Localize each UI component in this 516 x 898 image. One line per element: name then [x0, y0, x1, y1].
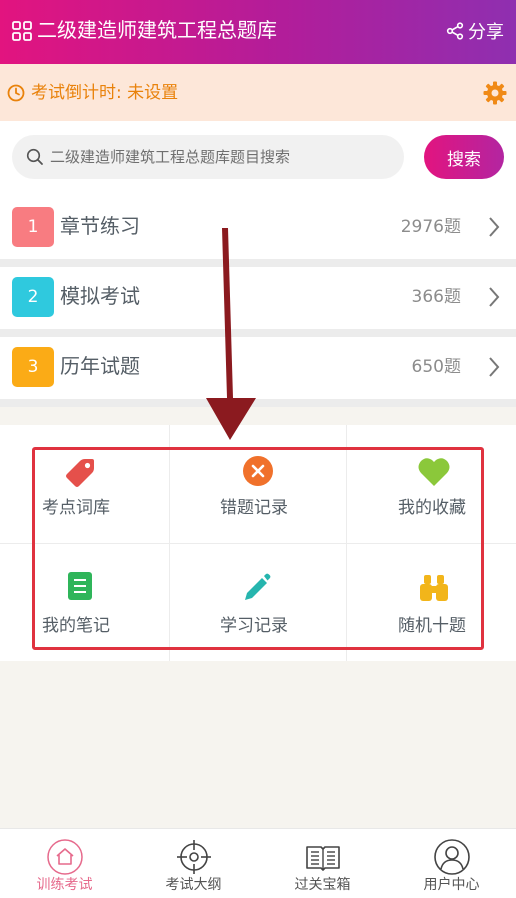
list-item-number: 1 — [12, 207, 54, 247]
app-header: 二级建造师建筑工程总题库 分享 — [0, 0, 516, 64]
nav-label: 过关宝箱 — [294, 877, 351, 893]
share-label: 分享 — [468, 22, 504, 43]
exam-countdown-bar[interactable]: 考试倒计时: 未设置 — [0, 64, 516, 121]
chevron-right-icon — [489, 287, 500, 307]
search-input[interactable] — [50, 142, 390, 172]
search-icon — [26, 148, 43, 165]
book-icon — [306, 846, 340, 871]
nav-treasure-box[interactable]: 过关宝箱 — [258, 829, 387, 898]
list-item-chapter-practice[interactable]: 1 章节练习 2976题 — [0, 197, 516, 259]
list-item-count: 366题 — [411, 287, 461, 307]
chevron-right-icon — [489, 357, 500, 377]
share-icon — [446, 22, 464, 40]
app-screen: 二级建造师建筑工程总题库 分享 考试倒计时: 未设置 二级建造师建筑工程总题库题… — [0, 0, 516, 898]
share-button[interactable]: 分享 — [446, 17, 504, 45]
list-item-past-exams[interactable]: 3 历年试题 650题 — [0, 337, 516, 399]
app-grid-icon[interactable] — [12, 21, 32, 41]
user-icon — [434, 839, 470, 875]
list-item-label: 历年试题 — [60, 354, 140, 378]
divider — [0, 329, 516, 337]
nav-label: 考试大纲 — [165, 877, 222, 893]
nav-user-center[interactable]: 用户中心 — [387, 829, 516, 898]
home-icon — [47, 839, 83, 875]
search-box[interactable] — [12, 135, 404, 179]
highlight-box — [32, 447, 484, 650]
divider — [0, 399, 516, 407]
list-item-count: 2976题 — [400, 217, 461, 237]
chevron-right-icon — [489, 217, 500, 237]
nav-label: 用户中心 — [423, 877, 480, 893]
list-item-count: 650题 — [411, 357, 461, 377]
nav-train-exam[interactable]: 训练考试 — [0, 829, 129, 898]
list-item-number: 3 — [12, 347, 54, 387]
list-item-number: 2 — [12, 277, 54, 317]
bottom-nav: 训练考试 考试大纲 过关宝箱 用户中心 — [0, 828, 516, 898]
search-button[interactable]: 搜索 — [424, 135, 504, 179]
search-area: 搜索 — [0, 121, 516, 197]
nav-exam-outline[interactable]: 考试大纲 — [129, 829, 258, 898]
gear-icon[interactable] — [482, 80, 508, 106]
crosshair-icon — [177, 840, 211, 874]
divider — [0, 259, 516, 267]
down-arrow-annotation — [206, 228, 256, 440]
list-item-mock-exam[interactable]: 2 模拟考试 366题 — [0, 267, 516, 329]
nav-label: 训练考试 — [36, 877, 93, 893]
list-item-label: 章节练习 — [60, 214, 140, 238]
list-item-label: 模拟考试 — [60, 284, 140, 308]
countdown-text: 考试倒计时: 未设置 — [31, 83, 179, 103]
page-title: 二级建造师建筑工程总题库 — [37, 18, 277, 42]
clock-icon — [7, 84, 25, 102]
